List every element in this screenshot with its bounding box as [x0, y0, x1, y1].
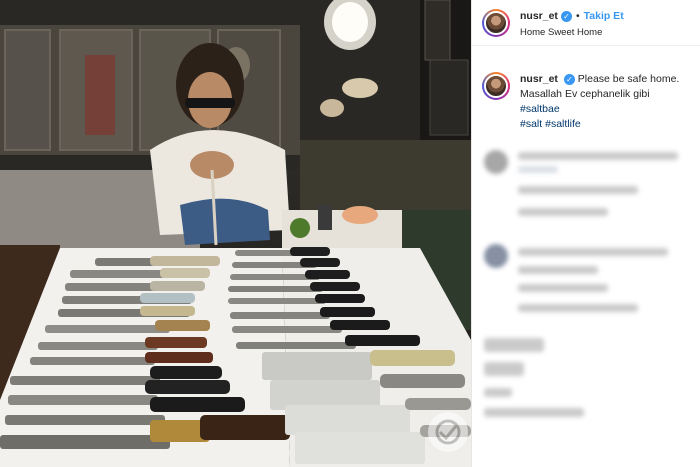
- avatar-image: [484, 74, 508, 98]
- blurred-comment: [482, 240, 690, 340]
- avatar-image: [484, 11, 508, 35]
- verified-badge-icon: ✓: [560, 11, 572, 22]
- username-link[interactable]: nusr_et: [520, 9, 558, 24]
- follow-button[interactable]: Takip Et: [584, 9, 624, 24]
- caption-line-1: Please be safe home.: [577, 73, 680, 85]
- caption-avatar[interactable]: [482, 72, 510, 100]
- separator-dot: •: [575, 10, 580, 22]
- caption-username[interactable]: nusr_et: [520, 73, 558, 85]
- caption-line-2: Masallah Ev cephanelik gibi: [520, 88, 650, 100]
- blurred-comment: [482, 336, 690, 436]
- comment-list: [472, 146, 700, 436]
- watermark-logo: [428, 412, 468, 452]
- post-photo: [0, 0, 471, 467]
- hashtag-saltbae[interactable]: #saltbae: [520, 103, 560, 115]
- hashtag-salt[interactable]: #salt: [520, 118, 542, 130]
- location-link[interactable]: Home Sweet Home: [520, 25, 624, 40]
- caption-text: nusr_et ✓ Please be safe home. Masallah …: [520, 72, 690, 132]
- photo-scene: [0, 0, 471, 467]
- header-text: nusr_et ✓ • Takip Et Home Sweet Home: [520, 9, 624, 40]
- hashtag-saltlife[interactable]: #saltlife: [545, 118, 581, 130]
- verified-badge-icon: ✓: [563, 74, 575, 85]
- post-sidebar: nusr_et ✓ • Takip Et Home Sweet Home nus…: [471, 0, 700, 467]
- header-row: nusr_et ✓ • Takip Et: [520, 9, 624, 24]
- caption: nusr_et ✓ Please be safe home. Masallah …: [472, 46, 700, 132]
- profile-avatar[interactable]: [482, 9, 510, 37]
- blurred-comment: [482, 146, 690, 246]
- post-header: nusr_et ✓ • Takip Et Home Sweet Home: [472, 0, 700, 46]
